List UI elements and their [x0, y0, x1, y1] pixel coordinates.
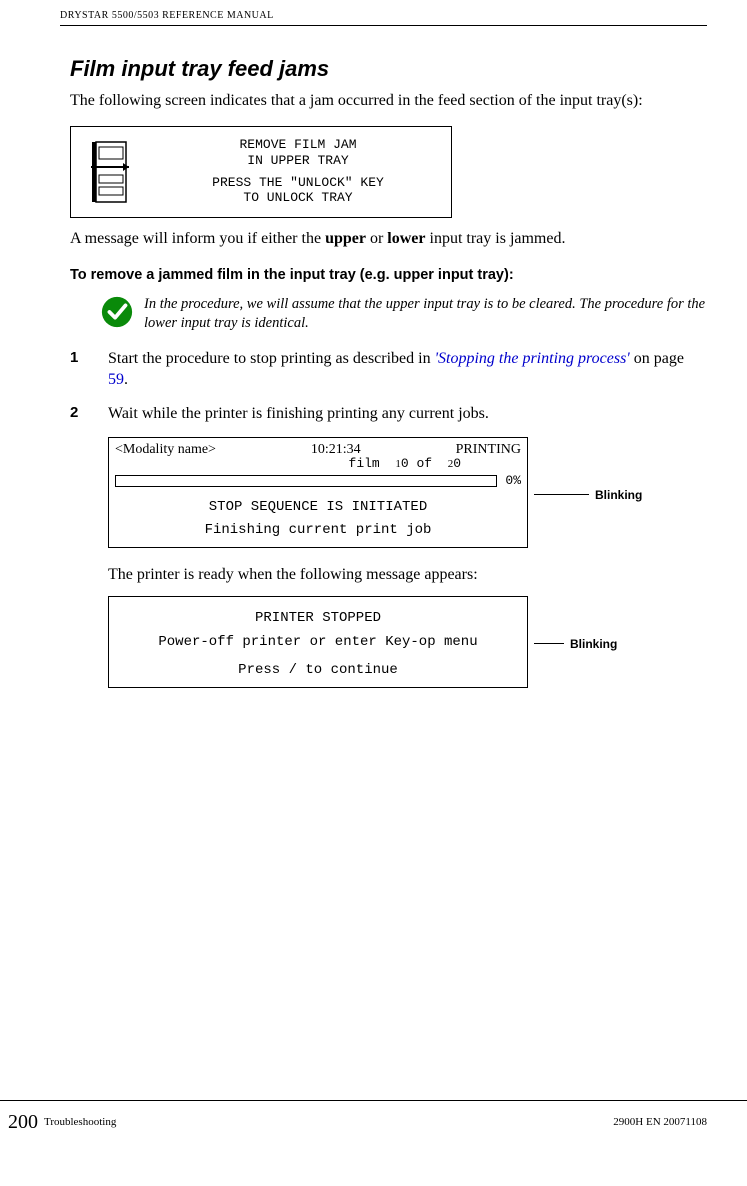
step-body: Wait while the printer is finishing prin…	[108, 404, 707, 425]
lcd-panel-stopped: PRINTER STOPPED Power-off printer or ent…	[108, 596, 528, 688]
text-fragment: input tray is jammed.	[426, 230, 566, 247]
lcd-line: STOP SEQUENCE IS INITIATED	[115, 496, 521, 518]
step-number: 2	[70, 404, 84, 425]
text-fragment: on page	[630, 350, 684, 367]
lcd-line: Press / to continue	[113, 659, 523, 683]
progress-row: 0%	[115, 473, 521, 488]
text-bold: upper	[325, 230, 366, 247]
callout-line	[534, 643, 564, 645]
main-content: Film input tray feed jams The following …	[60, 26, 707, 698]
note-text: In the procedure, we will assume that th…	[144, 295, 707, 333]
lcd-panel-jam: REMOVE FILM JAM IN UPPER TRAY PRESS THE …	[70, 126, 452, 218]
callout-line	[534, 494, 589, 496]
text-fragment: 0	[401, 456, 409, 471]
lcd-line: PRESS THE "UNLOCK" KEY	[151, 175, 445, 191]
running-header: DRYSTAR 5500/5503 REFERENCE MANUAL	[60, 0, 707, 26]
text-fragment: film	[349, 456, 380, 471]
text-fragment: .	[124, 371, 128, 388]
status-printing: PRINTING	[456, 442, 521, 458]
footer-section-name: Troubleshooting	[44, 1116, 613, 1128]
footer-doc-id: 2900H EN 20071108	[613, 1116, 707, 1128]
blinking-label: Blinking	[570, 637, 617, 651]
ready-message-paragraph: The printer is ready when the following …	[108, 566, 707, 584]
cross-reference-link[interactable]: 'Stopping the printing process'	[435, 350, 630, 367]
text-fragment: A message will inform you if either the	[70, 230, 325, 247]
progress-percent: 0%	[505, 473, 521, 488]
lcd-line: Power-off printer or enter Key-op menu	[113, 631, 523, 655]
lcd-panel-printing: <Modality name> 10:21:34 PRINTING film 1…	[108, 437, 528, 548]
checkmark-icon	[100, 295, 134, 329]
blinking-label: Blinking	[595, 488, 642, 502]
jam-info-paragraph: A message will inform you if either the …	[70, 228, 707, 250]
page-number: 200	[8, 1111, 38, 1134]
page-footer: 200 Troubleshooting 2900H EN 20071108	[0, 1100, 747, 1140]
step-body: Start the procedure to stop printing as …	[108, 349, 707, 391]
intro-paragraph: The following screen indicates that a ja…	[70, 90, 707, 112]
modality-name: <Modality name>	[115, 442, 216, 458]
printer-icon	[81, 137, 141, 207]
text-fragment: or	[366, 230, 387, 247]
lcd-line: PRINTER STOPPED	[113, 607, 523, 631]
text-fragment: Start the procedure to stop printing as …	[108, 350, 435, 367]
text-fragment: of	[416, 456, 432, 471]
page-reference-link[interactable]: 59	[108, 371, 124, 388]
note-block: In the procedure, we will assume that th…	[100, 295, 707, 333]
lcd-line: REMOVE FILM JAM	[151, 137, 445, 153]
section-title: Film input tray feed jams	[70, 56, 707, 82]
progress-bar	[115, 475, 497, 487]
step-number: 1	[70, 349, 84, 391]
step-1: 1 Start the procedure to stop printing a…	[70, 349, 707, 391]
lcd-line: TO UNLOCK TRAY	[151, 190, 445, 206]
lcd-line: Finishing current print job	[115, 519, 521, 541]
text-fragment: 0	[453, 456, 461, 471]
film-count-line: film 10 of 20	[115, 456, 521, 471]
procedure-heading: To remove a jammed film in the input tra…	[70, 267, 707, 283]
lcd-text-jam: REMOVE FILM JAM IN UPPER TRAY PRESS THE …	[151, 137, 445, 205]
text-bold: lower	[387, 230, 425, 247]
step-2: 2 Wait while the printer is finishing pr…	[70, 404, 707, 425]
lcd-line: IN UPPER TRAY	[151, 153, 445, 169]
